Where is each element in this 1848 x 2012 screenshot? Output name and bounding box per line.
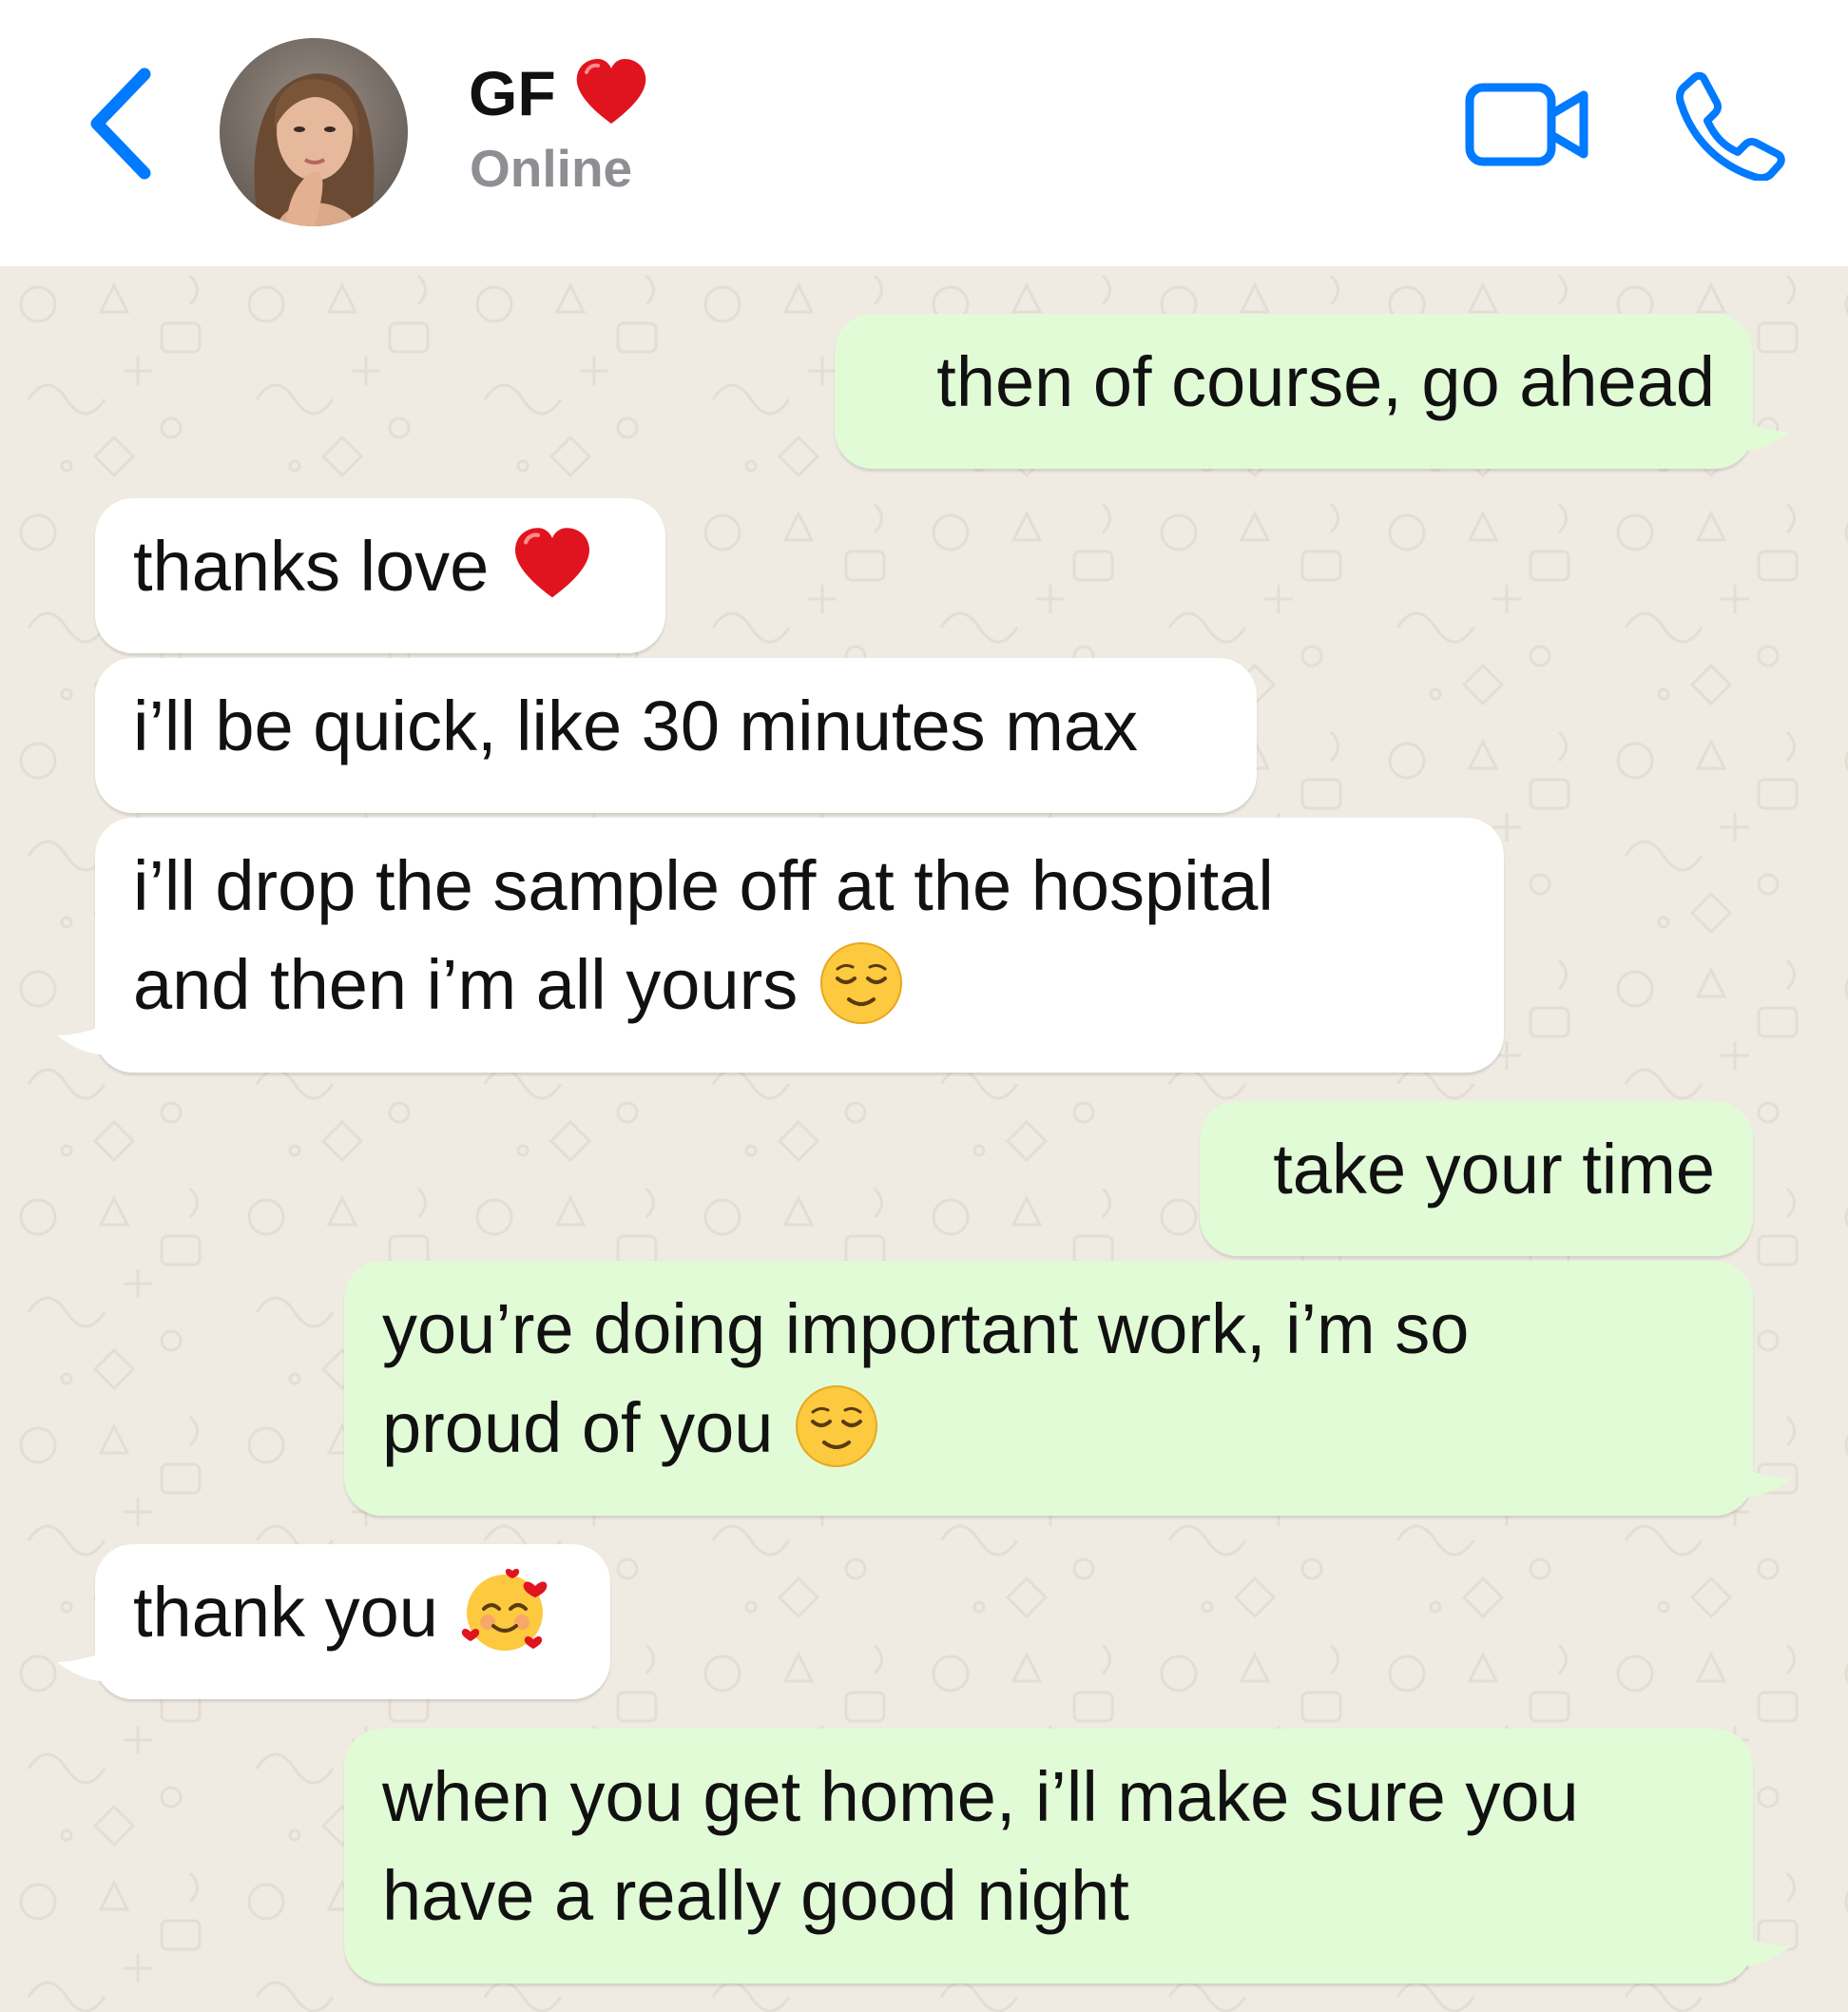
- message-bubble-incoming[interactable]: thank you: [95, 1544, 610, 1699]
- voice-call-button[interactable]: [1675, 70, 1785, 183]
- chat-header: GF Online: [0, 0, 1848, 266]
- message-bubble-outgoing[interactable]: you’re doing important work, i’m so prou…: [344, 1261, 1753, 1516]
- message-text-line: proud of you: [382, 1388, 774, 1467]
- contact-name-row[interactable]: GF: [469, 55, 649, 131]
- contact-status: Online: [470, 139, 633, 198]
- message-text-line: i’ll drop the sample off at the hospital: [133, 846, 1274, 925]
- message-text-line: you’re doing important work, i’m so: [382, 1289, 1470, 1368]
- message-list[interactable]: then of course, go ahead thanks love i’l…: [0, 266, 1848, 2012]
- bubble-tail: [1736, 1933, 1791, 1966]
- message-text-line: and then i’m all yours: [133, 945, 799, 1024]
- relieved-face-emoji: [818, 940, 904, 1026]
- video-call-button[interactable]: [1464, 80, 1593, 169]
- back-button[interactable]: [82, 61, 167, 184]
- red-heart-emoji: [573, 55, 649, 131]
- bubble-tail: [57, 1649, 112, 1682]
- message-bubble-outgoing[interactable]: take your time: [1200, 1101, 1753, 1256]
- message-text-line: have a really good night: [382, 1856, 1129, 1935]
- message-text: then of course, go ahead: [936, 342, 1715, 421]
- message-text: take your time: [1273, 1130, 1715, 1209]
- bubble-tail: [57, 1022, 112, 1055]
- relieved-face-emoji: [794, 1383, 879, 1469]
- message-text: i’ll be quick, like 30 minutes max: [133, 687, 1138, 765]
- smiling-face-with-hearts-emoji: [459, 1565, 550, 1656]
- message-bubble-incoming[interactable]: i’ll be quick, like 30 minutes max: [95, 658, 1257, 813]
- contact-avatar[interactable]: [220, 38, 408, 226]
- message-bubble-outgoing[interactable]: when you get home, i’ll make sure you ha…: [344, 1729, 1753, 1983]
- message-text: thank you: [133, 1573, 438, 1652]
- message-bubble-outgoing[interactable]: then of course, go ahead: [835, 314, 1753, 469]
- contact-name: GF: [469, 58, 556, 128]
- message-bubble-incoming[interactable]: thanks love: [95, 498, 665, 653]
- bubble-tail: [1736, 418, 1791, 452]
- phone-icon: [1676, 71, 1785, 183]
- video-camera-icon: [1465, 83, 1588, 166]
- chevron-left-icon: [90, 68, 151, 180]
- red-heart-emoji: [510, 524, 595, 606]
- bubble-tail: [1736, 1465, 1791, 1499]
- message-text-line: when you get home, i’ll make sure you: [382, 1757, 1579, 1836]
- message-text: thanks love: [133, 527, 490, 606]
- message-bubble-incoming[interactable]: i’ll drop the sample off at the hospital…: [95, 818, 1504, 1073]
